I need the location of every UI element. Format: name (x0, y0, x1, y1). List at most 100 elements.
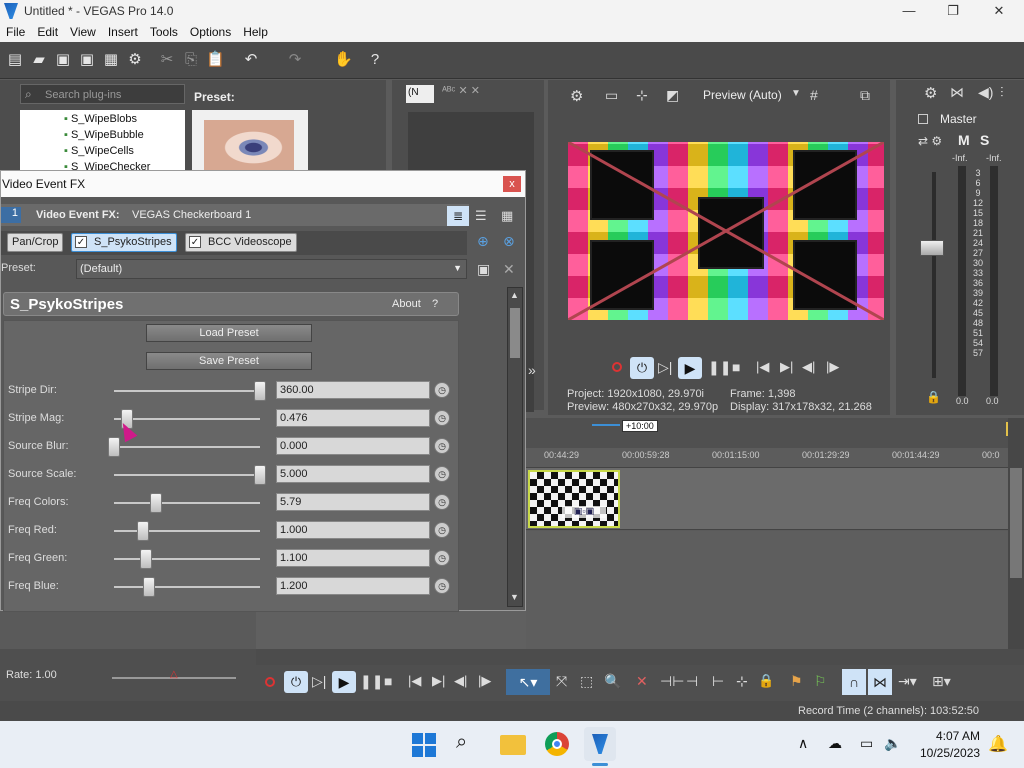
grid-view-icon[interactable]: ▦ (501, 208, 513, 224)
selection-tool-icon[interactable]: ⬚ (580, 673, 593, 690)
new-icon[interactable]: ▤ (6, 51, 24, 69)
param-value-input[interactable]: 1.100 (276, 549, 430, 567)
load-preset-button[interactable]: Load Preset (146, 324, 312, 342)
save-preset-button[interactable]: Save Preset (146, 352, 312, 370)
menu-tools[interactable]: Tools (144, 22, 184, 39)
chain-item-pan-crop[interactable]: Pan/Crop (7, 233, 64, 252)
list-item[interactable]: ▪ S_WipeCells (64, 145, 134, 157)
param-slider-track[interactable] (114, 558, 260, 560)
rate-slider-knob[interactable]: △ (170, 669, 180, 685)
file-explorer-icon[interactable] (500, 735, 526, 755)
help-button[interactable]: ? (432, 298, 438, 310)
master-settings-gear-icon[interactable]: ⚙ (924, 84, 937, 102)
param-value-input[interactable]: 360.00 (276, 381, 430, 399)
animate-keyframe-clock-icon[interactable]: ◷ (434, 522, 450, 538)
external-monitor-icon[interactable]: ▭ (605, 87, 618, 104)
next-frame-icon[interactable]: |▶ (826, 359, 839, 375)
preset-dropdown[interactable]: (Default) ▼ (76, 259, 467, 279)
animate-keyframe-clock-icon[interactable]: ◷ (434, 550, 450, 566)
param-slider-track[interactable] (114, 446, 260, 448)
downmix-icon[interactable]: ⋈ (950, 84, 964, 101)
param-slider-knob[interactable] (140, 549, 152, 569)
list-item[interactable]: ▪ S_WipeBlobs (64, 113, 137, 125)
mute-button[interactable]: M (958, 132, 970, 148)
media-tool-icons[interactable]: ᴬᴮᶜ ✕ ✕ (442, 84, 480, 97)
param-slider-knob[interactable] (137, 521, 149, 541)
remove-plugin-icon[interactable]: ⊗ (503, 233, 515, 250)
animate-keyframe-clock-icon[interactable]: ◷ (434, 466, 450, 482)
insert-marker-icon[interactable]: ⚑ (790, 673, 803, 690)
onedrive-icon[interactable]: ☁ (828, 735, 842, 752)
param-value-input[interactable]: 1.000 (276, 521, 430, 539)
go-to-end-icon[interactable]: ▶| (432, 673, 445, 689)
pause-icon[interactable]: ❚❚ (360, 673, 383, 690)
chevron-down-icon[interactable]: ▼ (791, 88, 801, 99)
param-slider-track[interactable] (114, 474, 260, 476)
menu-view[interactable]: View (64, 22, 102, 39)
param-slider-knob[interactable] (108, 437, 120, 457)
close-button[interactable]: ✕ (976, 0, 1022, 22)
plugin-search-box[interactable]: ⌕ Search plug-ins (20, 84, 185, 104)
preview-quality-icon[interactable]: ◩ (666, 87, 679, 104)
param-value-input[interactable]: 5.79 (276, 493, 430, 511)
animate-keyframe-clock-icon[interactable]: ◷ (434, 494, 450, 510)
play-from-start-icon[interactable]: ▷| (312, 673, 326, 690)
save-as-icon[interactable]: ▣ (78, 51, 96, 69)
record-button[interactable] (265, 677, 275, 687)
param-slider-track[interactable] (114, 586, 260, 588)
chain-item-bcc-videoscope[interactable]: BCC Videoscope (185, 233, 297, 252)
plugin-search-input[interactable]: Search plug-ins (45, 89, 121, 101)
master-volume-fader[interactable] (920, 240, 944, 256)
param-slider-knob[interactable] (143, 577, 155, 597)
checkerboard-event-clip[interactable]: ▣▫▣ (528, 470, 620, 528)
search-icon[interactable]: ⌕ (456, 731, 467, 754)
loop-playback-button[interactable]: ⏻ (630, 357, 654, 379)
notification-bell-icon[interactable]: 🔔 (988, 734, 1008, 754)
envelope-tool-icon[interactable]: ⤧ (556, 673, 567, 690)
chrome-icon[interactable] (545, 732, 569, 756)
timeline-empty-area[interactable] (526, 531, 1008, 649)
cut-icon[interactable]: ✂ (158, 51, 176, 69)
param-slider-knob[interactable] (150, 493, 162, 513)
delete-preset-icon[interactable]: ✕ (503, 261, 515, 278)
redo-icon[interactable]: ↷ (286, 51, 304, 69)
scroll-down-icon[interactable]: ▼ (510, 592, 519, 602)
minimize-button[interactable]: — (886, 0, 932, 22)
param-slider-track[interactable] (114, 502, 260, 504)
show-hidden-icons-chevron-icon[interactable]: ∧ (798, 735, 808, 752)
trim-start-icon[interactable]: ⊣ (686, 673, 698, 690)
start-icon[interactable] (412, 733, 436, 757)
play-from-start-icon[interactable]: ▷| (658, 359, 672, 376)
copy-snapshot-icon[interactable]: ⧉ (860, 87, 870, 104)
param-value-input[interactable]: 0.000 (276, 437, 430, 455)
animate-keyframe-clock-icon[interactable]: ◷ (434, 410, 450, 426)
previous-frame-icon[interactable]: ◀| (802, 359, 815, 375)
clock-date[interactable]: 10/25/2023 (920, 746, 980, 760)
ripple-edit-icon[interactable]: ⇥▾ (898, 673, 917, 690)
animate-keyframe-clock-icon[interactable]: ◷ (434, 438, 450, 454)
grouping-icon[interactable]: ⊞▾ (932, 673, 951, 690)
snapping-magnet-icon[interactable]: ∩ (842, 669, 866, 695)
delete-icon[interactable]: ✕ (636, 673, 648, 690)
view-dropdown[interactable]: (N (406, 85, 434, 103)
bus-fx-icon[interactable]: ⇄ ⚙ (918, 134, 942, 148)
network-icon[interactable]: ▭ (860, 735, 873, 752)
list-view-icon[interactable]: ☰ (475, 208, 487, 224)
go-to-start-icon[interactable]: |◀ (408, 673, 421, 689)
vertical-scrollbar[interactable] (1008, 418, 1024, 649)
previous-frame-icon[interactable]: ◀| (454, 673, 467, 689)
plugin-list[interactable]: ▪ S_WipeBlobs ▪ S_WipeBubble ▪ S_WipeCel… (20, 110, 185, 175)
go-to-start-icon[interactable]: |◀ (756, 359, 769, 375)
param-value-input[interactable]: 1.200 (276, 577, 430, 595)
param-slider-track[interactable] (114, 390, 260, 392)
param-value-input[interactable]: 0.476 (276, 409, 430, 427)
solo-button[interactable]: S (980, 132, 989, 148)
param-value-input[interactable]: 5.000 (276, 465, 430, 483)
checkbox-checked-icon[interactable]: ✓ (189, 236, 201, 248)
time-ruler[interactable]: 00:44:29 00:00:59:28 00:01:15:00 00:01:2… (526, 448, 1008, 468)
whats-this-help-icon[interactable]: ? (366, 51, 384, 69)
param-slider-track[interactable] (114, 530, 260, 532)
animate-keyframe-clock-icon[interactable]: ◷ (434, 578, 450, 594)
auto-crossfade-icon[interactable]: ⋈ (868, 669, 892, 695)
about-button[interactable]: About (392, 298, 421, 310)
